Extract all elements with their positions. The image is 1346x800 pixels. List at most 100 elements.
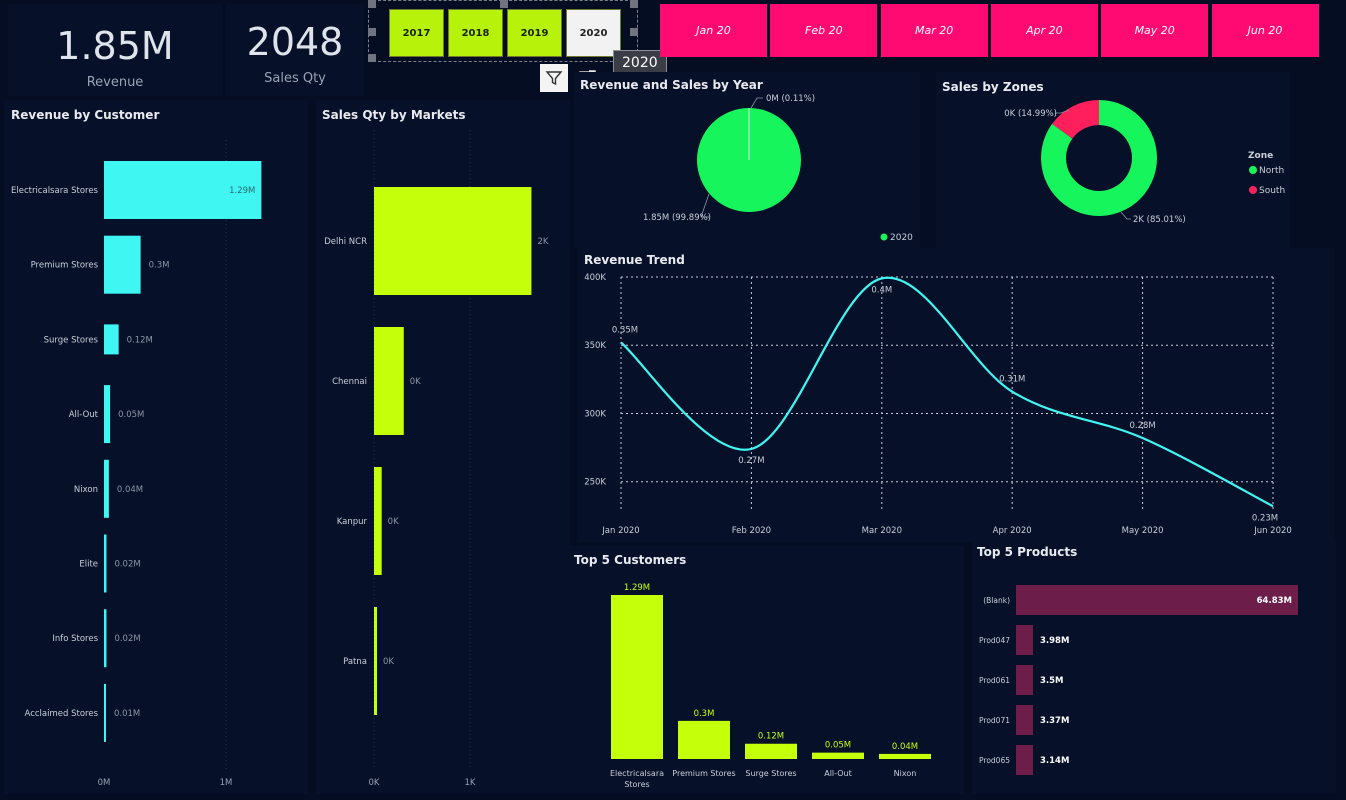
revenue-card: 1.85M Revenue: [8, 4, 222, 96]
sales-qty-label: Sales Qty: [264, 71, 326, 86]
data-label: 0.35M: [612, 326, 638, 336]
month-button-feb-20[interactable]: Feb 20: [770, 4, 878, 57]
category-label: Info Stores: [52, 634, 98, 644]
data-label: 0.02M: [114, 560, 140, 570]
year-slicer[interactable]: 2017 2018 2019 2020: [368, 0, 638, 62]
data-label: 2K: [537, 237, 548, 247]
x-tick-label: 1M: [220, 778, 233, 788]
sales-qty-by-markets-visual[interactable]: Sales Qty by Markets Delhi NCR 2K Chennai 0…: [316, 100, 570, 794]
resize-handle[interactable]: [368, 54, 376, 62]
category-label: Surge Stores: [44, 335, 99, 345]
trend-line: [620, 276, 1274, 508]
legend-marker: [1249, 186, 1257, 194]
x-tick-label: Jun 2020: [1253, 526, 1292, 536]
legend-marker: [1249, 166, 1257, 174]
bar: [1016, 665, 1033, 695]
data-label: 0M (0.11%): [766, 94, 815, 104]
data-label: 0K: [388, 517, 399, 527]
top-5-products-visual[interactable]: Top 5 Products (Blank) 64.83M Prod047 3.98M…: [972, 542, 1336, 794]
data-label: 0.28M: [1129, 421, 1155, 431]
bar: [104, 235, 141, 294]
sales-by-zones-chart: 0K (14.99%) 2K (85.01%) Zone North South: [1004, 100, 1285, 225]
bar: [104, 385, 111, 444]
month-button-may-20[interactable]: May 20: [1101, 4, 1209, 57]
data-label: 0.3M: [149, 261, 170, 271]
year-button-2019[interactable]: 2019: [507, 9, 562, 57]
resize-handle[interactable]: [368, 0, 376, 8]
data-label: 0.01M: [114, 709, 140, 719]
bar: [104, 459, 109, 518]
category-label: Prod061: [979, 676, 1010, 685]
category-label: Electricalsara: [610, 769, 664, 778]
revenue-trend-visual[interactable]: Revenue Trend 400K 350K 300K 250K Jan 2020 Fe…: [578, 248, 1334, 542]
bar: [879, 753, 931, 759]
category-label: Premium Stores: [672, 769, 735, 778]
revenue-and-sales-by-year-visual[interactable]: Revenue and Sales by Year 0M (0.11%) 1.85…: [574, 72, 920, 248]
data-label: 0.12M: [127, 335, 153, 345]
data-label: 0.31M: [999, 375, 1025, 385]
revenue-by-customer-visual[interactable]: Revenue by Customer Electricalsara Store…: [4, 100, 308, 794]
data-label: 0.05M: [118, 410, 144, 420]
legend-label: 2020: [890, 233, 913, 243]
month-button-apr-20[interactable]: Apr 20: [990, 4, 1098, 57]
data-label: 3.98M: [1040, 636, 1069, 646]
category-label: Acclaimed Stores: [25, 709, 99, 719]
data-label: 1.29M: [624, 583, 650, 593]
resize-handle[interactable]: [500, 0, 508, 8]
revenue-by-customer-chart: Electricalsara Stores 1.29M Premium Stores…: [11, 140, 262, 788]
revenue-label: Revenue: [86, 75, 144, 90]
bar: [374, 467, 382, 575]
data-label: 64.83M: [1257, 596, 1292, 606]
sales-qty-card: 2048 Sales Qty: [226, 4, 364, 96]
x-tick-label: May 2020: [1122, 526, 1164, 536]
bar: [812, 752, 864, 759]
data-label: 0.23M: [1252, 513, 1278, 523]
resize-handle[interactable]: [368, 28, 376, 36]
sales-by-zones-visual[interactable]: Sales by Zones 0K (14.99%) 2K (85.01%) Zon…: [936, 72, 1290, 248]
category-label: Nixon: [894, 769, 917, 778]
category-label: Patna: [343, 657, 367, 667]
filter-icon-button[interactable]: [540, 64, 568, 92]
data-label: 2K (85.01%): [1133, 215, 1186, 225]
data-label: 0.04M: [892, 742, 918, 752]
category-label: Premium Stores: [31, 261, 99, 271]
month-button-mar-20[interactable]: Mar 20: [880, 4, 988, 57]
month-button-jan-20[interactable]: Jan 20: [660, 4, 767, 57]
year-button-2018[interactable]: 2018: [448, 9, 503, 57]
category-label: Delhi NCR: [324, 237, 367, 247]
data-label: 1.85M (99.89%): [643, 213, 711, 223]
data-label: 3.37M: [1040, 716, 1069, 726]
bar: [745, 743, 797, 759]
data-label: 0.04M: [117, 485, 143, 495]
data-label: 0K: [410, 377, 421, 387]
y-tick-label: 350K: [584, 341, 606, 351]
top-5-customers-visual[interactable]: Top 5 Customers 1.29M Electricalsara Store…: [568, 546, 964, 794]
bar: [1016, 705, 1033, 735]
bar: [104, 683, 106, 742]
category-label: (Blank): [983, 596, 1010, 605]
legend-marker: [880, 233, 888, 241]
y-tick-label: 300K: [584, 409, 606, 419]
data-label: 0.4M: [871, 285, 892, 295]
bar: [374, 327, 404, 435]
category-label: Prod065: [979, 756, 1010, 765]
category-label: All-Out: [824, 769, 852, 778]
bar: [104, 324, 119, 355]
category-label: Kanpur: [337, 517, 368, 527]
bar: [104, 534, 107, 593]
bar: [678, 720, 730, 759]
data-label: 0.05M: [825, 741, 851, 751]
revenue-trend-chart: 400K 350K 300K 250K Jan 2020 Feb 2020 Mar 2020…: [584, 273, 1292, 536]
resize-handle[interactable]: [630, 28, 638, 36]
revenue-and-sales-by-year-chart: 0M (0.11%) 1.85M (99.89%) 2020: [643, 94, 913, 243]
filter-icon: [545, 71, 563, 86]
month-slicer[interactable]: Jan 20 Feb 20 Mar 20 Apr 20 May 20 Jun 20: [658, 0, 1322, 62]
data-label: 0.3M: [694, 709, 715, 719]
year-button-2017[interactable]: 2017: [389, 9, 444, 57]
month-button-jun-20[interactable]: Jun 20: [1211, 4, 1319, 57]
x-tick-label: Jan 2020: [601, 526, 639, 536]
category-label: All-Out: [69, 410, 99, 420]
x-tick-label: 0M: [98, 778, 111, 788]
resize-handle[interactable]: [630, 0, 638, 8]
data-label: 0.27M: [738, 456, 764, 466]
